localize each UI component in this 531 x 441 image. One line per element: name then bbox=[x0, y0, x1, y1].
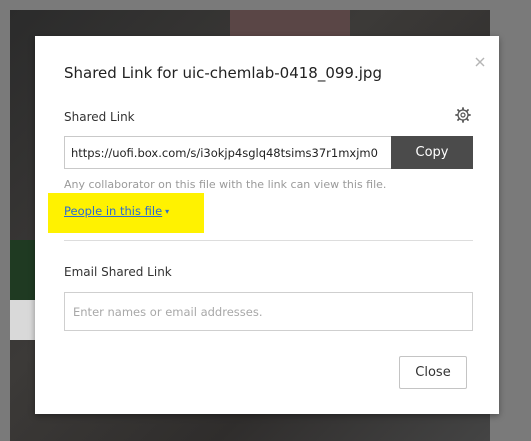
shared-link-url-field[interactable] bbox=[64, 136, 391, 169]
email-recipients-input[interactable] bbox=[64, 292, 473, 331]
close-button[interactable]: Close bbox=[399, 356, 467, 389]
dialog-title: Shared Link for uic-chemlab-0418_099.jpg bbox=[64, 64, 382, 82]
shared-link-row: Copy bbox=[64, 136, 473, 169]
copy-button[interactable]: Copy bbox=[391, 136, 473, 169]
chevron-down-icon: ▾ bbox=[165, 207, 170, 216]
close-icon[interactable] bbox=[473, 54, 487, 68]
overlay-left bbox=[0, 0, 10, 441]
email-shared-link-label: Email Shared Link bbox=[64, 265, 172, 279]
shared-link-dialog: Shared Link for uic-chemlab-0418_099.jpg… bbox=[35, 36, 499, 414]
overlay-top bbox=[0, 0, 531, 10]
section-divider bbox=[64, 240, 473, 241]
shared-link-label: Shared Link bbox=[64, 110, 135, 124]
link-access-description: Any collaborator on this file with the l… bbox=[64, 178, 387, 191]
gear-icon[interactable] bbox=[455, 107, 471, 123]
access-level-label: People in this file bbox=[64, 204, 163, 218]
access-level-dropdown[interactable]: People in this file ▾ bbox=[64, 204, 169, 218]
background-image-detail bbox=[10, 300, 36, 340]
